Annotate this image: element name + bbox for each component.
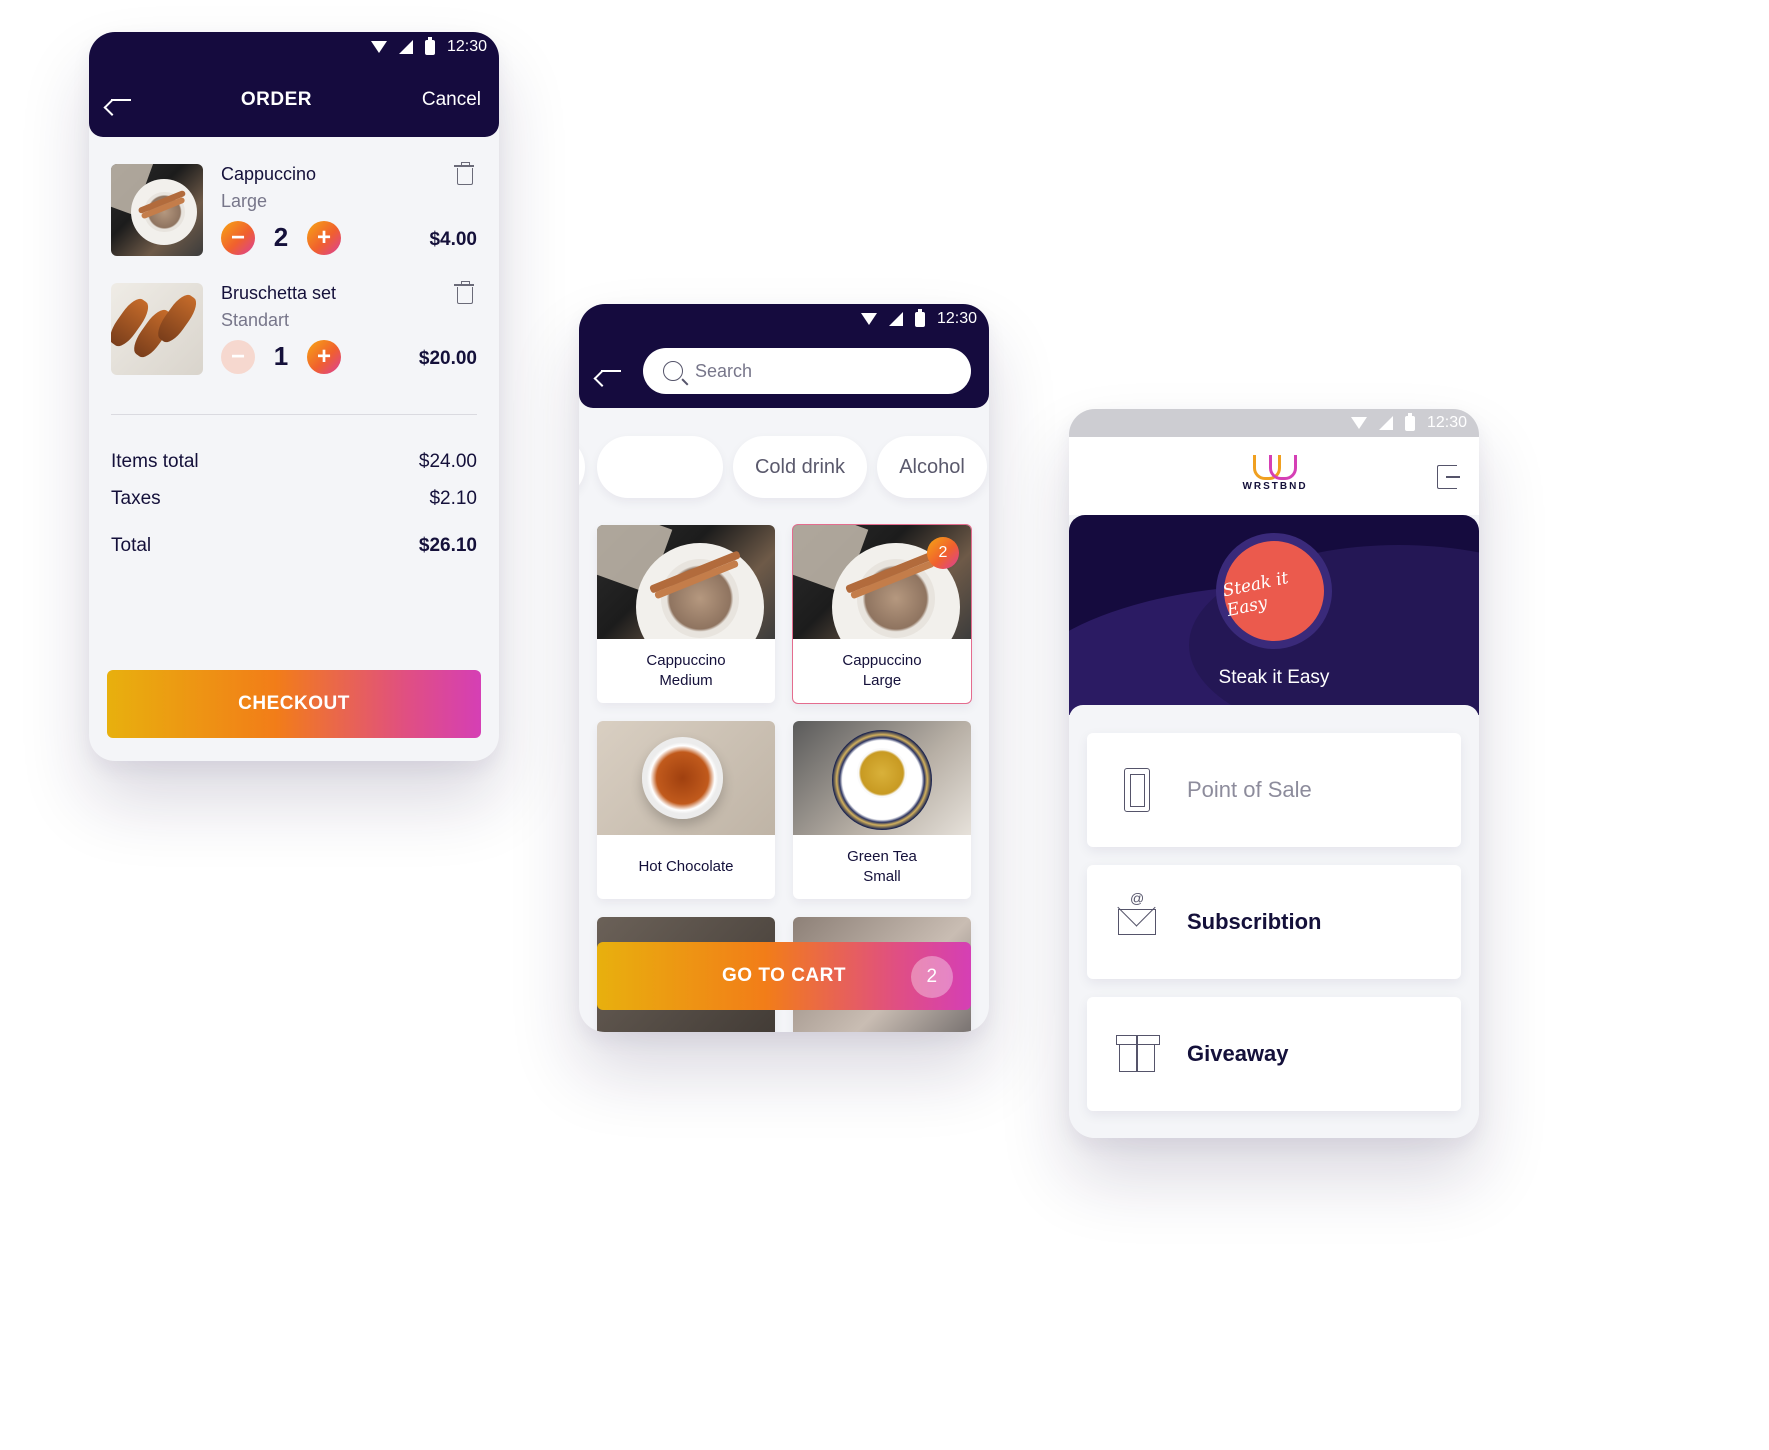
wifi-icon <box>860 313 877 325</box>
items-total-row: Items total $24.00 <box>111 451 477 473</box>
product-name: Cappuccino <box>646 651 726 669</box>
envelope-at-icon <box>1118 890 1156 935</box>
items-total-value: $24.00 <box>418 451 477 472</box>
menu-label: Giveaway <box>1187 1041 1289 1066</box>
items-total-label: Items total <box>111 451 199 472</box>
phone-nfc-icon <box>1124 768 1150 812</box>
cappuccino-photo <box>597 525 775 639</box>
item-quantity: 2 <box>273 222 289 252</box>
item-variant: Large <box>221 191 268 211</box>
venue-hero: Steak it Easy Steak it Easy <box>1069 515 1479 715</box>
cart-count-badge: 2 <box>911 956 953 998</box>
decrease-quantity-button[interactable]: − <box>221 340 255 374</box>
subscription-button[interactable]: Subscribtion <box>1087 865 1461 979</box>
taxes-row: Taxes $2.10 <box>111 488 477 510</box>
status-time: 12:30 <box>1426 414 1467 431</box>
hot-chocolate-photo <box>597 721 775 835</box>
logout-icon[interactable] <box>1437 465 1460 489</box>
status-bar: 12:30 <box>579 304 989 334</box>
menu-label: Subscribtion <box>1187 909 1322 934</box>
item-price: $20.00 <box>418 348 477 369</box>
order-screen: 12:30 ORDER Cancel Cappuccino Large − 2 … <box>89 32 499 761</box>
taxes-label: Taxes <box>111 488 161 509</box>
battery-icon <box>1404 412 1415 431</box>
item-quantity: 1 <box>273 341 289 371</box>
item-name: Cappuccino <box>221 164 317 184</box>
menu-label: Point of Sale <box>1187 777 1312 802</box>
category-chip-cold-drink[interactable]: Cold drink <box>733 436 867 498</box>
order-item-bruschetta: Bruschetta set Standart − 1 + $20.00 <box>111 281 477 375</box>
trash-icon[interactable] <box>454 162 474 185</box>
product-variant: Medium <box>659 672 713 689</box>
order-item-cappuccino: Cappuccino Large − 2 + $4.00 <box>111 162 477 256</box>
product-card[interactable]: Green Tea Small <box>793 721 971 899</box>
venue-menu: Point of Sale Subscribtion Giveaway <box>1069 705 1479 1138</box>
increase-quantity-button[interactable]: + <box>307 221 341 255</box>
wifi-icon <box>1350 417 1367 429</box>
product-name: Hot Chocolate <box>638 857 734 875</box>
category-tabs: Hot drink Cold drink Alcohol <box>579 436 989 498</box>
bruschetta-photo <box>111 283 203 375</box>
product-variant: Large <box>862 672 902 689</box>
search-icon <box>663 361 683 381</box>
cappuccino-photo <box>111 164 203 256</box>
status-bar: 12:30 <box>1069 409 1479 437</box>
checkout-button[interactable]: CHECKOUT <box>107 670 481 738</box>
go-to-cart-button[interactable]: GO TO CART 2 <box>597 942 971 1010</box>
wifi-icon <box>370 41 387 53</box>
signal-icon <box>1378 416 1393 430</box>
brand-logo: WRSTBND <box>1239 455 1311 492</box>
status-bar: 12:30 <box>89 32 499 62</box>
category-chip-hot-drink[interactable]: Hot drink <box>597 436 723 498</box>
product-card-selected[interactable]: 2 Cappuccino Large <box>792 524 972 704</box>
status-time: 12:30 <box>936 310 977 327</box>
go-to-cart-label: GO TO CART <box>722 965 846 986</box>
page-title: ORDER <box>240 88 312 110</box>
signal-icon <box>398 40 413 54</box>
taxes-value: $2.10 <box>429 488 477 509</box>
menu-header: 12:30 Search <box>579 304 989 408</box>
total-row: Total $26.10 <box>111 535 477 557</box>
category-chip-previous[interactable] <box>579 436 585 498</box>
app-header: WRSTBND <box>1069 437 1479 515</box>
quantity-badge: 2 <box>927 537 959 569</box>
increase-quantity-button[interactable]: + <box>307 340 341 374</box>
item-name: Bruschetta set <box>221 283 337 303</box>
back-arrow-icon[interactable] <box>601 370 621 372</box>
point-of-sale-button[interactable]: Point of Sale <box>1087 733 1461 847</box>
battery-icon <box>914 308 925 327</box>
decrease-quantity-button[interactable]: − <box>221 221 255 255</box>
product-card[interactable]: Hot Chocolate <box>597 721 775 899</box>
battery-icon <box>424 36 435 55</box>
trash-icon[interactable] <box>454 281 474 304</box>
item-price: $4.00 <box>429 229 477 250</box>
status-time: 12:30 <box>446 38 487 55</box>
order-header: 12:30 ORDER Cancel <box>89 32 499 137</box>
venue-screen: 12:30 WRSTBND Steak it Easy Steak it Eas… <box>1069 409 1479 1138</box>
divider <box>111 414 477 415</box>
cancel-button[interactable]: Cancel <box>422 89 481 111</box>
item-variant: Standart <box>221 310 290 330</box>
wrstbnd-logo-icon <box>1253 455 1297 480</box>
gift-icon <box>1116 1035 1160 1072</box>
total-label: Total <box>111 535 152 556</box>
giveaway-button[interactable]: Giveaway <box>1087 997 1461 1111</box>
menu-screen: 12:30 Search Hot drink Cold drink Alcoho… <box>579 304 989 1032</box>
product-name: Green Tea <box>847 847 917 865</box>
brand-name: WRSTBND <box>1242 481 1308 492</box>
search-input[interactable]: Search <box>643 348 971 394</box>
category-chip-alcohol[interactable]: Alcohol <box>877 436 987 498</box>
venue-name: Steak it Easy <box>1218 667 1330 688</box>
total-value: $26.10 <box>418 535 477 556</box>
product-variant: Small <box>863 868 901 885</box>
green-tea-photo <box>793 721 971 835</box>
search-placeholder: Search <box>695 360 753 381</box>
signal-icon <box>888 312 903 326</box>
back-arrow-icon[interactable] <box>111 98 131 101</box>
product-name: Cappuccino <box>842 651 922 669</box>
product-card[interactable]: Cappuccino Medium <box>597 525 775 703</box>
